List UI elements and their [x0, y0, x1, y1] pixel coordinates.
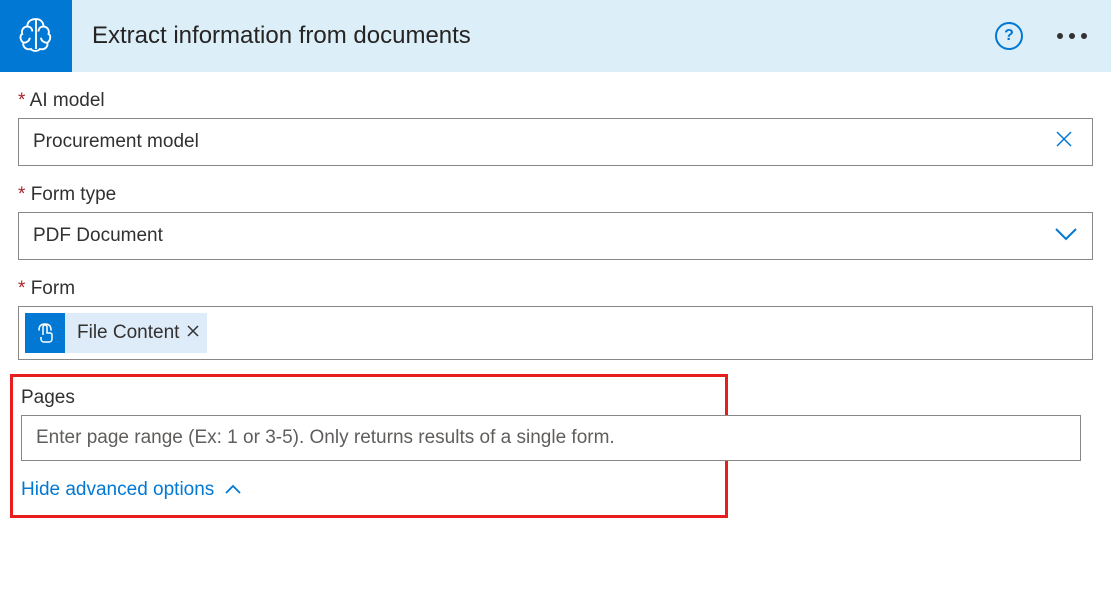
ai-model-label: * AI model: [18, 90, 1093, 112]
chevron-up-icon: [224, 479, 242, 501]
file-content-token[interactable]: File Content: [25, 313, 207, 353]
remove-token-icon[interactable]: [187, 324, 199, 342]
header-actions: ?: [995, 22, 1091, 50]
action-title[interactable]: Extract information from documents: [92, 22, 995, 50]
ai-model-value: Procurement model: [33, 131, 1050, 153]
form-field: * Form File Content: [18, 278, 1093, 360]
required-asterisk: *: [18, 278, 25, 299]
required-asterisk: *: [18, 90, 25, 111]
more-menu-icon[interactable]: [1053, 29, 1091, 43]
ai-model-input[interactable]: Procurement model: [18, 118, 1093, 166]
action-icon-box: [0, 0, 72, 72]
tap-icon: [25, 313, 65, 353]
hide-advanced-toggle[interactable]: Hide advanced options: [21, 479, 713, 501]
token-label: File Content: [77, 322, 179, 344]
chevron-down-icon[interactable]: [1054, 225, 1078, 247]
form-token-input[interactable]: File Content: [18, 306, 1093, 360]
form-type-value: PDF Document: [33, 225, 1054, 247]
toggle-label: Hide advanced options: [21, 479, 214, 501]
form-type-label: * Form type: [18, 184, 1093, 206]
ai-brain-icon: [16, 14, 56, 59]
clear-icon[interactable]: [1050, 129, 1078, 155]
help-icon[interactable]: ?: [995, 22, 1023, 50]
pages-label: Pages: [21, 387, 713, 409]
form-label: * Form: [18, 278, 1093, 300]
pages-input[interactable]: [21, 415, 1081, 461]
required-asterisk: *: [18, 184, 25, 205]
form-type-select[interactable]: PDF Document: [18, 212, 1093, 260]
action-header: Extract information from documents ?: [0, 0, 1111, 72]
form-body: * AI model Procurement model * Form type…: [0, 72, 1111, 518]
ai-model-field: * AI model Procurement model: [18, 90, 1093, 166]
form-type-field: * Form type PDF Document: [18, 184, 1093, 260]
highlight-annotation: Pages Hide advanced options: [10, 374, 728, 518]
